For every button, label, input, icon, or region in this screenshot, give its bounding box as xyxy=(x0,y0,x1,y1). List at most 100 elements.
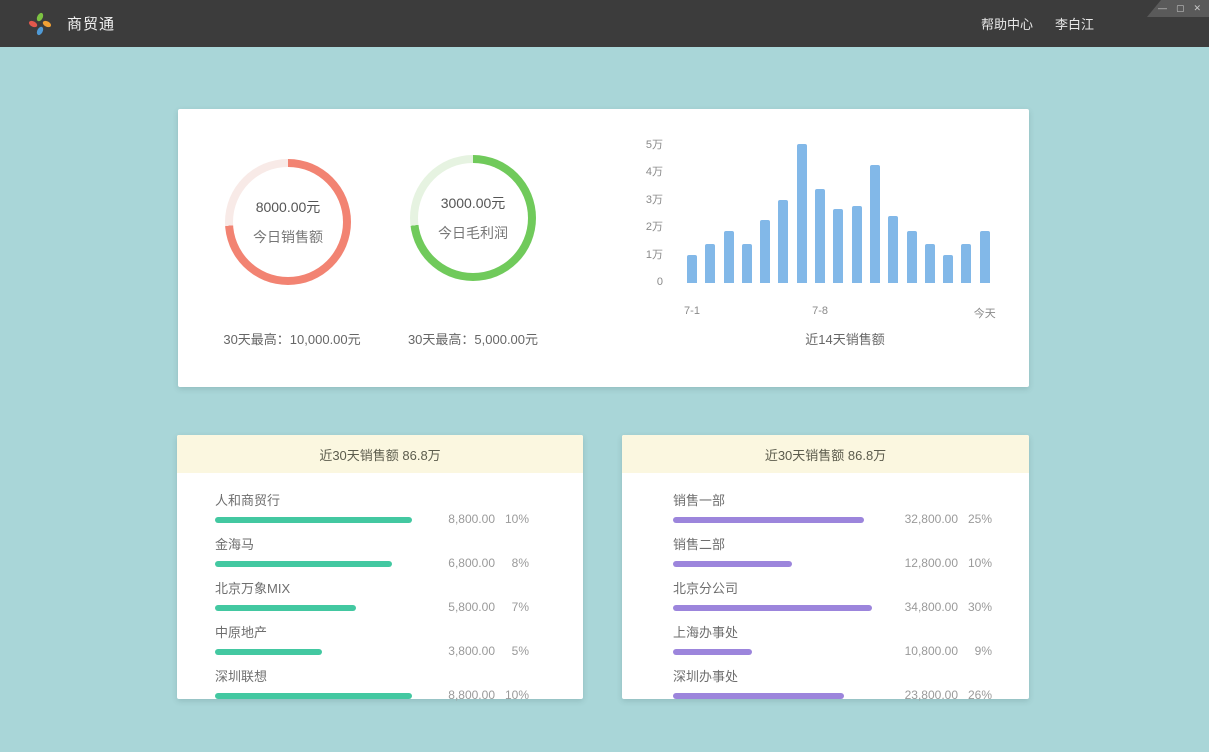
ranking-row-bar xyxy=(673,517,864,523)
sales-chart-title: 近14天销售额 xyxy=(745,329,945,348)
ranking-row-bar xyxy=(673,605,872,611)
ranking-row: 深圳办事处 23,800.0026% xyxy=(673,666,992,699)
ranking-row-percent: 9% xyxy=(958,644,992,658)
ranking-row: 金海马 6,800.008% xyxy=(215,534,529,567)
sales-bar-4 xyxy=(760,220,770,283)
ranking-row-amount: 12,800.00 xyxy=(905,556,958,570)
topbar-nav: 帮助中心 李白江 xyxy=(981,0,1094,47)
ranking-row-values: 3,800.005% xyxy=(448,644,529,658)
app-title: 商贸通 xyxy=(67,13,115,34)
sales-bar-10 xyxy=(870,165,880,283)
today-profit-value: 3000.00元 xyxy=(441,193,506,213)
y-tick-5万: 5万 xyxy=(646,138,663,152)
ranking-row-bar xyxy=(673,561,792,567)
customer-ranking-title: 近30天销售额 86.8万 xyxy=(177,435,583,473)
sales-bar-2 xyxy=(724,231,734,283)
sales-bar-9 xyxy=(852,206,862,283)
ranking-row-bar xyxy=(215,649,322,655)
ranking-row: 销售一部 32,800.0025% xyxy=(673,490,992,523)
sales-bar-8 xyxy=(833,209,843,283)
today-profit-30d-max: 30天最高：5,000.00元 xyxy=(368,329,578,348)
ranking-row-percent: 25% xyxy=(958,512,992,526)
sales-bar-12 xyxy=(907,231,917,283)
customer-ranking-card: 近30天销售额 86.8万 人和商贸行8,800.0010%金海马6,800.0… xyxy=(177,435,583,699)
customer-ranking-list: 人和商贸行8,800.0010%金海马6,800.008%北京万象MIX5,80… xyxy=(177,473,583,699)
y-tick-2万: 2万 xyxy=(646,220,663,234)
ranking-row: 北京万象MIX 5,800.007% xyxy=(215,578,529,611)
ranking-row: 深圳联想 8,800.0010% xyxy=(215,666,529,699)
ranking-row-values: 32,800.0025% xyxy=(905,512,992,526)
ranking-row-amount: 8,800.00 xyxy=(448,512,495,526)
help-center-link[interactable]: 帮助中心 xyxy=(981,14,1033,33)
today-sales-label: 今日销售额 xyxy=(253,227,323,247)
ranking-row-bar xyxy=(215,517,412,523)
ranking-row-amount: 23,800.00 xyxy=(905,688,958,702)
ranking-row-label: 金海马 xyxy=(215,534,529,553)
department-ranking-card: 近30天销售额 86.8万 销售一部 32,800.0025% 销售二部12,800… xyxy=(622,435,1029,699)
sales-chart-y-axis: 01万2万3万4万5万 xyxy=(626,109,663,299)
ranking-row-values: 10,800.009% xyxy=(905,644,992,658)
today-sales-donut: 8000.00元 今日销售额 xyxy=(225,159,351,285)
ranking-row: 中原地产 3,800.005% xyxy=(215,622,529,655)
sales-bar-6 xyxy=(797,144,807,283)
ranking-row-percent: 30% xyxy=(958,600,992,614)
sales-bar-7 xyxy=(815,189,825,283)
sales-bar-11 xyxy=(888,216,898,283)
today-profit-label: 今日毛利润 xyxy=(438,223,508,243)
ranking-row-amount: 3,800.00 xyxy=(448,644,495,658)
ranking-row-label: 北京万象MIX xyxy=(215,578,529,597)
ranking-row-amount: 6,800.00 xyxy=(448,556,495,570)
sales-bar-13 xyxy=(925,244,935,283)
ranking-row-amount: 5,800.00 xyxy=(448,600,495,614)
ranking-row: 人和商贸行 8,800.0010% xyxy=(215,490,529,523)
ranking-row-values: 23,800.0026% xyxy=(905,688,992,702)
ranking-row-amount: 32,800.00 xyxy=(905,512,958,526)
sales-bar-5 xyxy=(778,200,788,283)
department-ranking-list: 销售一部 32,800.0025% 销售二部12,800.0010% 北京分公司34,… xyxy=(622,473,1029,699)
ranking-row-percent: 7% xyxy=(495,600,529,614)
ranking-row-percent: 26% xyxy=(958,688,992,702)
window-controls: — ▢ ✕ xyxy=(1147,0,1209,17)
x-tick-今天: 今天 xyxy=(974,305,996,321)
sales-chart-x-axis: 7-17-8今天 xyxy=(687,305,991,321)
ranking-row-label: 深圳办事处 xyxy=(673,666,992,685)
sales-bar-14 xyxy=(943,255,953,283)
ranking-row-amount: 34,800.00 xyxy=(905,600,958,614)
ranking-row-label: 中原地产 xyxy=(215,622,529,641)
ranking-row: 销售二部12,800.0010% xyxy=(673,534,992,567)
ranking-row-percent: 10% xyxy=(495,512,529,526)
ranking-row-amount: 8,800.00 xyxy=(448,688,495,702)
ranking-row-bar xyxy=(673,693,844,699)
maximize-button[interactable]: ▢ xyxy=(1176,4,1185,13)
y-tick-4万: 4万 xyxy=(646,165,663,179)
minimize-button[interactable]: — xyxy=(1158,4,1167,13)
today-profit-donut: 3000.00元 今日毛利润 xyxy=(410,155,536,281)
close-button[interactable]: ✕ xyxy=(1193,4,1201,13)
overview-card: 8000.00元 今日销售额 30天最高：10,000.00元 3000.00元… xyxy=(178,109,1029,387)
title-bar: 商贸通 帮助中心 李白江 — ▢ ✕ xyxy=(0,0,1209,47)
ranking-row-label: 人和商贸行 xyxy=(215,490,529,509)
username-menu[interactable]: 李白江 xyxy=(1055,14,1094,33)
y-tick-3万: 3万 xyxy=(646,193,663,207)
pinwheel-logo-icon xyxy=(27,11,53,37)
ranking-row-bar xyxy=(215,561,392,567)
x-tick-7-1: 7-1 xyxy=(684,305,700,317)
ranking-row-values: 5,800.007% xyxy=(448,600,529,614)
ranking-row-percent: 5% xyxy=(495,644,529,658)
department-ranking-title: 近30天销售额 86.8万 xyxy=(622,435,1029,473)
ranking-row-percent: 10% xyxy=(958,556,992,570)
ranking-row-label: 深圳联想 xyxy=(215,666,529,685)
sales-bar-1 xyxy=(705,244,715,283)
ranking-row-percent: 8% xyxy=(495,556,529,570)
sales-bar-plot xyxy=(687,138,991,283)
y-tick-0: 0 xyxy=(657,275,663,289)
ranking-row-label: 销售一部 xyxy=(673,490,992,509)
ranking-row-bar xyxy=(215,693,412,699)
ranking-row: 北京分公司34,800.0030% xyxy=(673,578,992,611)
ranking-row-values: 8,800.0010% xyxy=(448,688,529,702)
ranking-row: 上海办事处 10,800.009% xyxy=(673,622,992,655)
sales-bar-16 xyxy=(980,231,990,283)
sales-bar-3 xyxy=(742,244,752,283)
ranking-row-values: 8,800.0010% xyxy=(448,512,529,526)
ranking-row-label: 上海办事处 xyxy=(673,622,992,641)
